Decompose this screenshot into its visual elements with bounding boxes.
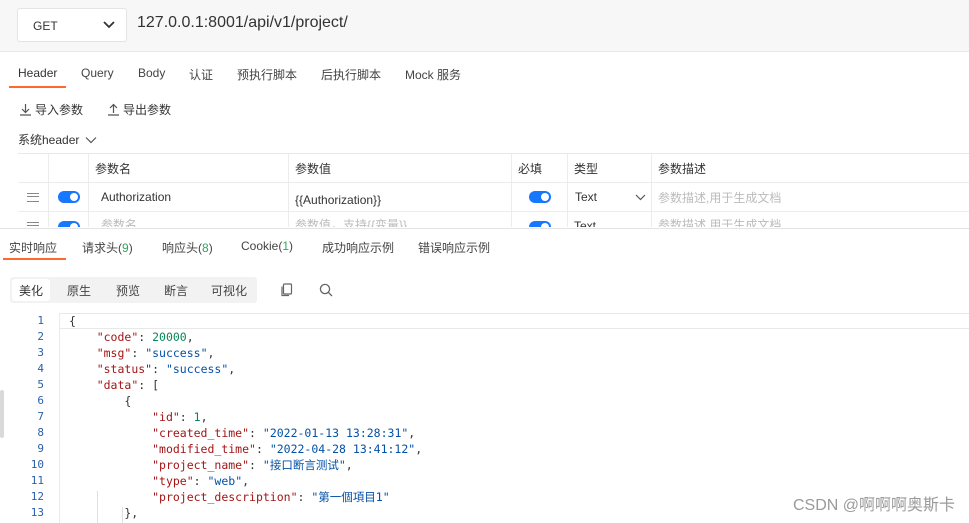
copy-icon[interactable] (279, 282, 295, 298)
watermark: CSDN @啊啊啊奥斯卡 (792, 497, 955, 514)
tab-response-headers[interactable]: 响应头(8) (162, 239, 213, 256)
line-number: 11 (30, 474, 44, 487)
chevron-down-icon (635, 194, 646, 201)
line-number: 8 (37, 426, 44, 439)
type-value: Text (574, 219, 597, 227)
import-params-label: 导入参数 (35, 103, 84, 117)
line-number: 12 (30, 490, 44, 503)
upload-icon (108, 103, 119, 116)
line-number: 6 (37, 394, 44, 407)
active-response-tab-underline (3, 258, 66, 260)
line-number: 9 (37, 442, 44, 455)
response-headers-count: 8 (202, 241, 209, 255)
download-icon (20, 104, 31, 116)
drag-handle-icon[interactable] (27, 222, 39, 227)
method-select[interactable]: GET (17, 8, 127, 42)
panel-resize-handle[interactable] (0, 390, 4, 438)
tab-post-script[interactable]: 后执行脚本 (321, 66, 381, 83)
required-toggle[interactable] (528, 221, 551, 227)
param-description-input[interactable]: 参数描述,用于生成文档 (658, 216, 781, 227)
line-number: 10 (30, 458, 44, 471)
tab-cookie-label: Cookie (241, 239, 279, 253)
type-select[interactable]: Text (567, 212, 651, 227)
table-row: Authorization {{Authorization}} Text 参数描… (18, 183, 969, 212)
system-header-toggle[interactable]: 系统header (18, 131, 97, 148)
search-icon[interactable] (318, 282, 334, 298)
col-required: 必填 (511, 154, 567, 182)
export-params-label: 导出参数 (123, 103, 172, 117)
drag-handle-icon[interactable] (27, 192, 39, 202)
view-preview[interactable]: 预览 (116, 282, 140, 299)
response-panel: 实时响应 请求头(9) 响应头(8) Cookie(1) 成功响应示例 错误响应… (0, 228, 969, 523)
import-params-button[interactable]: 导入参数 (19, 101, 83, 118)
param-description-input[interactable]: 参数描述,用于生成文档 (658, 189, 781, 206)
view-visualize[interactable]: 可视化 (211, 282, 247, 299)
tab-success-example[interactable]: 成功响应示例 (322, 239, 394, 256)
tab-body[interactable]: Body (138, 66, 165, 80)
tab-auth[interactable]: 认证 (189, 66, 213, 83)
export-params-button[interactable]: 导出参数 (107, 101, 171, 118)
tab-request-headers-label: 请求头 (82, 241, 119, 255)
tab-header[interactable]: Header (18, 66, 57, 80)
param-value-input[interactable]: {{Authorization}} (295, 193, 381, 207)
view-assert[interactable]: 断言 (164, 282, 188, 299)
col-param-name: 参数名 (88, 154, 288, 182)
line-number: 7 (37, 410, 44, 423)
tab-response-headers-label: 响应头 (162, 241, 199, 255)
table-row: 参数名 参数值，支持{{变量}} Text 参数描述,用于生成文档 (18, 212, 969, 227)
url-bar: GET 127.0.0.1:8001/api/v1/project/ (0, 0, 969, 52)
tab-mock[interactable]: Mock 服务 (405, 66, 461, 83)
chevron-down-icon (103, 21, 115, 29)
table-header-row: 参数名 参数值 必填 类型 参数描述 (18, 154, 969, 183)
line-number: 13 (30, 506, 44, 519)
request-headers-count: 9 (122, 241, 129, 255)
view-mode-bar: 美化 原生 预览 断言 可视化 (10, 277, 257, 303)
line-number: 3 (37, 346, 44, 359)
method-label: GET (33, 19, 58, 33)
tab-cookie[interactable]: Cookie(1) (241, 239, 293, 253)
line-number: 2 (37, 330, 44, 343)
param-name-input[interactable]: 参数名 (101, 216, 137, 227)
col-param-value: 参数值 (288, 154, 511, 182)
view-raw[interactable]: 原生 (67, 282, 91, 299)
line-number: 1 (37, 314, 44, 327)
view-beautify[interactable]: 美化 (12, 279, 51, 301)
cookie-count: 1 (282, 239, 290, 253)
enable-toggle[interactable] (57, 221, 80, 227)
line-number: 4 (37, 362, 44, 375)
type-select[interactable]: Text (567, 183, 651, 211)
request-tabs: Header Query Body 认证 预执行脚本 后执行脚本 Mock 服务 (0, 56, 969, 90)
param-name-input[interactable]: Authorization (101, 190, 171, 204)
active-tab-underline (9, 86, 66, 88)
response-tabs: 实时响应 请求头(9) 响应头(8) Cookie(1) 成功响应示例 错误响应… (0, 229, 969, 263)
tab-error-example[interactable]: 错误响应示例 (418, 239, 490, 256)
tab-request-headers[interactable]: 请求头(9) (82, 239, 133, 256)
type-value: Text (575, 190, 598, 204)
required-toggle[interactable] (528, 191, 551, 203)
col-type: 类型 (567, 154, 651, 182)
param-value-input[interactable]: 参数值，支持{{变量}} (295, 216, 407, 227)
params-table: 参数名 参数值 必填 类型 参数描述 Authorization {{Autho… (18, 153, 969, 227)
system-header-label: 系统header (18, 133, 80, 147)
enable-toggle[interactable] (57, 191, 80, 203)
tab-realtime-response[interactable]: 实时响应 (9, 239, 57, 256)
line-number: 5 (37, 378, 44, 391)
chevron-down-icon (85, 136, 97, 143)
tab-pre-script[interactable]: 预执行脚本 (237, 66, 297, 83)
url-input[interactable]: 127.0.0.1:8001/api/v1/project/ (137, 14, 348, 32)
tab-query[interactable]: Query (81, 66, 114, 80)
col-description: 参数描述 (651, 154, 969, 182)
